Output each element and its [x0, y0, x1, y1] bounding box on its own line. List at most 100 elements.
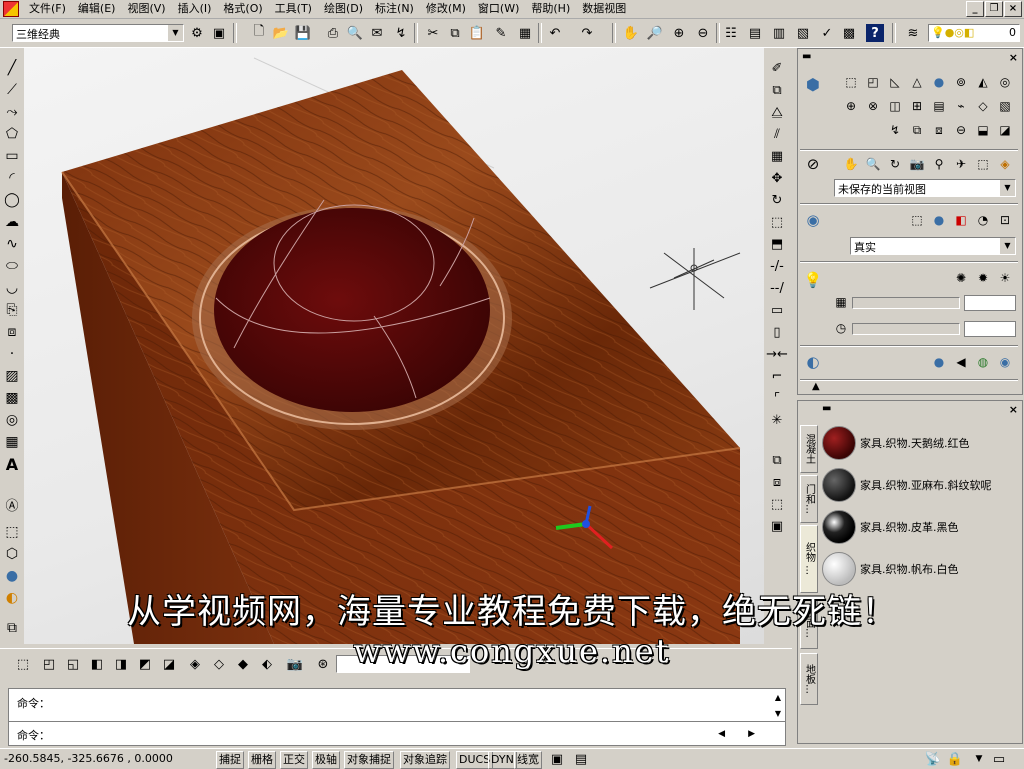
box-icon[interactable]: ⬚ [2, 522, 22, 542]
intersect-icon[interactable]: ⬚ [767, 494, 787, 514]
pyramid-icon[interactable]: ◭ [974, 73, 992, 91]
edge-settings-icon[interactable]: ⊡ [996, 211, 1014, 229]
block-editor-icon[interactable]: ▦ [516, 24, 534, 42]
markup-icon[interactable]: ✓ [818, 24, 836, 42]
design-center-icon[interactable]: ▤ [746, 24, 764, 42]
copy-object-icon[interactable]: ⧉ [767, 80, 787, 100]
break-at-point-icon[interactable]: ▭ [767, 300, 787, 320]
construction-line-icon[interactable]: ⟋ [2, 80, 22, 100]
sheet-set-icon[interactable]: ▧ [794, 24, 812, 42]
match-properties-icon[interactable]: ✎ [492, 24, 510, 42]
section-icon[interactable]: ▧ [996, 97, 1014, 115]
scale-icon[interactable]: ⬚ [767, 212, 787, 232]
ellipse-icon[interactable]: ⬭ [2, 256, 22, 276]
panel-grip-icon[interactable]: ▬ [802, 51, 811, 62]
layer-manager-icon[interactable]: ≋ [904, 24, 922, 42]
properties-icon[interactable]: ☷ [722, 24, 740, 42]
workspace-save-icon[interactable]: ▣ [210, 24, 228, 42]
fly-icon[interactable]: ✈ [952, 155, 970, 173]
menu-view[interactable]: 视图(V) [121, 0, 171, 18]
union-solid-icon[interactable]: ⧉ [908, 121, 926, 139]
publish-icon[interactable]: ✉ [368, 24, 386, 42]
torus-icon[interactable]: ◎ [996, 73, 1014, 91]
coordinate-readout[interactable]: -260.5845, -325.6676 , 0.0000 [4, 752, 173, 765]
tool-palettes-icon[interactable]: ▥ [770, 24, 788, 42]
workspace-settings-icon[interactable]: ⚙ [188, 24, 206, 42]
extend-icon[interactable]: --/ [767, 278, 787, 298]
close-icon[interactable]: × [1009, 403, 1018, 416]
grid-toggle[interactable]: 栅格 [248, 751, 276, 769]
realistic-icon[interactable]: ◧ [952, 211, 970, 229]
otrack-toggle[interactable]: 对象追踪 [400, 751, 450, 769]
clean-screen-icon[interactable]: ▭ [990, 750, 1008, 768]
close-icon[interactable]: × [1009, 51, 1018, 64]
close-icon[interactable]: × [1004, 1, 1022, 17]
insert-block-icon[interactable]: ⎘ [2, 300, 22, 320]
material-icon[interactable]: ● [930, 353, 948, 371]
light-glyph[interactable] [649, 248, 741, 310]
union-icon[interactable]: ⧉ [767, 450, 787, 470]
new-file-icon[interactable]: 🗋 [250, 24, 268, 42]
workspace-select[interactable]: 三维经典 ▼ [12, 24, 184, 42]
chamfer-icon[interactable]: ⌐ [767, 366, 787, 386]
ellipse-arc-icon[interactable]: ◡ [2, 278, 22, 298]
3d-orbit-icon[interactable]: ↻ [886, 155, 904, 173]
line-icon[interactable]: ╱ [2, 58, 22, 78]
time-value-box[interactable] [964, 321, 1016, 337]
palette-grip-icon[interactable]: ▬ [822, 403, 831, 414]
calculator-icon[interactable]: ▩ [840, 24, 858, 42]
command-prompt[interactable]: 命令： [17, 727, 50, 743]
date-value-box[interactable] [964, 295, 1016, 311]
render-panel-icon[interactable]: ▲ [812, 381, 820, 392]
box-solid-icon[interactable]: ◰ [864, 73, 882, 91]
material-item-canvas-white[interactable]: 家具.织物.帆布.白色 [822, 549, 1018, 589]
menu-tools[interactable]: 工具(T) [269, 0, 318, 18]
table-icon[interactable]: ▦ [2, 432, 22, 452]
lineweight-toggle[interactable]: 线宽 [514, 751, 542, 769]
wedge-solid-icon[interactable]: ◺ [886, 73, 904, 91]
slice-solid-icon[interactable]: ⌁ [952, 97, 970, 115]
menu-edit[interactable]: 编辑(E) [72, 0, 122, 18]
tab-concrete[interactable]: 混凝土 [800, 425, 818, 473]
osnap-toggle[interactable]: 对象捕捉 [344, 751, 394, 769]
menu-insert[interactable]: 插入(I) [172, 0, 218, 18]
3d-dwf-icon[interactable]: ↯ [392, 24, 410, 42]
point-icon[interactable]: · [2, 344, 22, 364]
time-slider[interactable] [852, 323, 960, 335]
move-icon[interactable]: ✥ [767, 168, 787, 188]
menu-data-view[interactable]: 数据视图 [576, 0, 632, 18]
scroll-up-icon[interactable]: ▲ [775, 693, 781, 702]
zoom-previous-icon[interactable]: ⊖ [694, 24, 712, 42]
conceptual-icon[interactable]: ● [930, 211, 948, 229]
material-item-velvet-red[interactable]: 家具.织物.天鹅绒.红色 [822, 423, 1018, 463]
polar-toggle[interactable]: 极轴 [312, 751, 340, 769]
ortho-toggle[interactable]: 正交 [280, 751, 308, 769]
subtract-icon[interactable]: ⧈ [767, 472, 787, 492]
slice-icon[interactable]: ▣ [767, 516, 787, 536]
cut-icon[interactable]: ✂ [424, 24, 442, 42]
menu-draw[interactable]: 绘图(D) [318, 0, 369, 18]
mirror-icon[interactable]: ⧋ [767, 102, 787, 122]
parallel-projection-icon[interactable]: ⬚ [974, 155, 992, 173]
trim-icon[interactable]: -/- [767, 256, 787, 276]
sweep-icon[interactable]: ◫ [886, 97, 904, 115]
view-select[interactable]: 未保存的当前视图 ▼ [834, 179, 1016, 197]
intersect-solid-icon[interactable]: ⊖ [952, 121, 970, 139]
minimize-icon[interactable]: _ [966, 1, 984, 17]
scroll-right-icon[interactable]: ▶ [748, 729, 755, 739]
visual-style-select[interactable]: 真实 ▼ [850, 237, 1016, 255]
polygon-icon[interactable]: ⬠ [2, 124, 22, 144]
menu-window[interactable]: 窗口(W) [472, 0, 525, 18]
3d-pan-icon[interactable]: ✋ [842, 155, 860, 173]
open-file-icon[interactable]: 📂 [272, 24, 290, 42]
zoom-realtime-icon[interactable]: 🔎 [646, 24, 664, 42]
spotlight-icon[interactable]: ✹ [974, 269, 992, 287]
print-icon[interactable]: ⎙ [324, 24, 342, 42]
scroll-down-icon[interactable]: ▼ [775, 709, 781, 718]
sphere-icon[interactable]: ● [2, 566, 22, 586]
perspective-projection-icon[interactable]: ◈ [996, 155, 1014, 173]
paste-icon[interactable]: 📋 [468, 24, 486, 42]
material-mapping-icon[interactable]: ◍ [974, 353, 992, 371]
plane-icon[interactable]: ◪ [996, 121, 1014, 139]
materials-window-icon[interactable]: ◉ [996, 353, 1014, 371]
